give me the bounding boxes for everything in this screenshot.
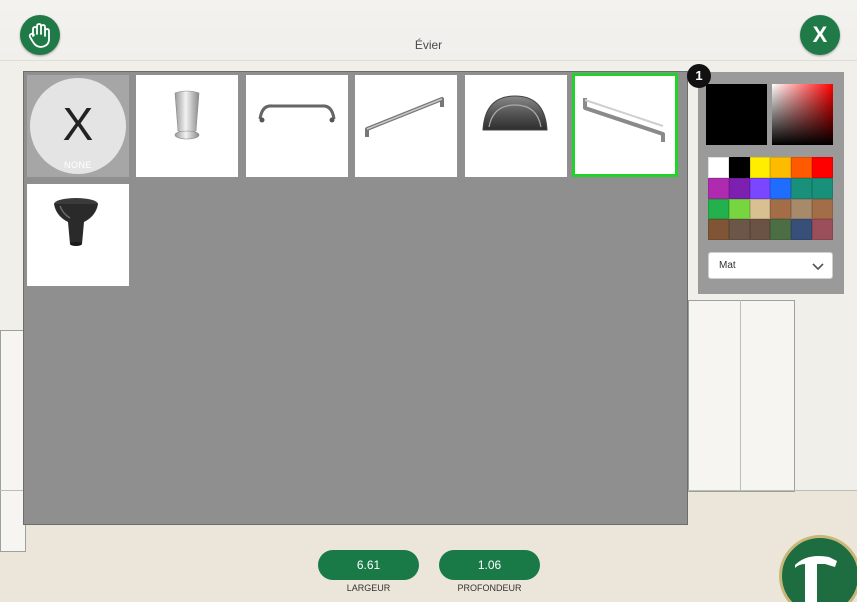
palette-swatch[interactable] bbox=[811, 157, 833, 178]
palette-swatch[interactable] bbox=[791, 157, 812, 178]
depth-value-button[interactable]: 1.06 bbox=[439, 550, 540, 580]
none-label: NONE bbox=[63, 160, 92, 170]
width-value-button[interactable]: 6.61 bbox=[318, 550, 419, 580]
arched-pull-icon bbox=[258, 104, 336, 123]
hardware-tile-round-knob[interactable] bbox=[136, 75, 238, 177]
palette-swatch[interactable] bbox=[811, 219, 833, 241]
chevron-down-icon bbox=[812, 263, 824, 271]
finish-value: Mat bbox=[719, 260, 736, 271]
palette-swatch[interactable] bbox=[770, 157, 792, 178]
hammer-icon bbox=[795, 556, 837, 602]
hardware-tile-black-knob[interactable] bbox=[27, 184, 129, 286]
page-title: Évier bbox=[414, 38, 443, 52]
palette-swatch[interactable] bbox=[770, 177, 792, 199]
palette-swatch[interactable] bbox=[708, 219, 729, 241]
none-x-glyph: X bbox=[62, 98, 94, 150]
hardware-tile-arched-pull[interactable] bbox=[246, 75, 348, 177]
palette-swatch[interactable] bbox=[728, 219, 750, 241]
palette-swatch[interactable] bbox=[728, 177, 750, 199]
palette-swatch[interactable] bbox=[749, 198, 771, 220]
color-panel: Mat bbox=[698, 72, 844, 294]
palette-swatch[interactable] bbox=[791, 177, 812, 199]
hardware-tile-none[interactable]: X NONE bbox=[27, 75, 129, 177]
palette-swatch[interactable] bbox=[749, 157, 771, 178]
close-button[interactable]: X bbox=[800, 15, 840, 55]
cup-pull-icon bbox=[482, 95, 548, 131]
finish-select[interactable]: Mat bbox=[708, 252, 833, 279]
palette-swatch[interactable] bbox=[770, 198, 792, 220]
palette-swatch[interactable] bbox=[708, 157, 729, 178]
palette-swatch[interactable] bbox=[749, 219, 771, 241]
palette-swatch[interactable] bbox=[770, 219, 792, 241]
scene-cabinet-right bbox=[688, 300, 795, 492]
round-knob-icon bbox=[174, 90, 200, 140]
bar-pull-flat-icon bbox=[583, 98, 665, 142]
palette-swatch[interactable] bbox=[811, 177, 833, 199]
width-label: LARGEUR bbox=[346, 583, 391, 593]
hardware-tile-bar-pull-flat[interactable] bbox=[572, 73, 678, 177]
palette-swatch[interactable] bbox=[708, 198, 729, 220]
hardware-tile-bar-pull-square[interactable] bbox=[355, 75, 457, 177]
palette-swatch[interactable] bbox=[708, 177, 729, 199]
palette-swatch[interactable] bbox=[811, 198, 833, 220]
color-picker[interactable] bbox=[772, 84, 833, 145]
palette-swatch[interactable] bbox=[791, 198, 812, 220]
palette-swatch[interactable] bbox=[791, 219, 812, 241]
hardware-grid: X NONE bbox=[23, 71, 688, 525]
header-bar: Évier X bbox=[0, 0, 857, 61]
scene-cabinet-divider bbox=[740, 300, 741, 490]
palette-swatch[interactable] bbox=[749, 177, 771, 199]
black-knob-icon bbox=[54, 198, 98, 246]
hardware-tile-cup-pull[interactable] bbox=[465, 75, 567, 177]
current-color-swatch bbox=[706, 84, 767, 145]
depth-label: PROFONDEUR bbox=[457, 583, 522, 593]
color-palette bbox=[708, 157, 833, 241]
palette-swatch[interactable] bbox=[728, 198, 750, 220]
bar-pull-square-icon bbox=[365, 97, 444, 137]
tools-button[interactable] bbox=[779, 535, 857, 602]
palette-swatch[interactable] bbox=[728, 157, 750, 178]
step-badge: 1 bbox=[687, 64, 711, 88]
